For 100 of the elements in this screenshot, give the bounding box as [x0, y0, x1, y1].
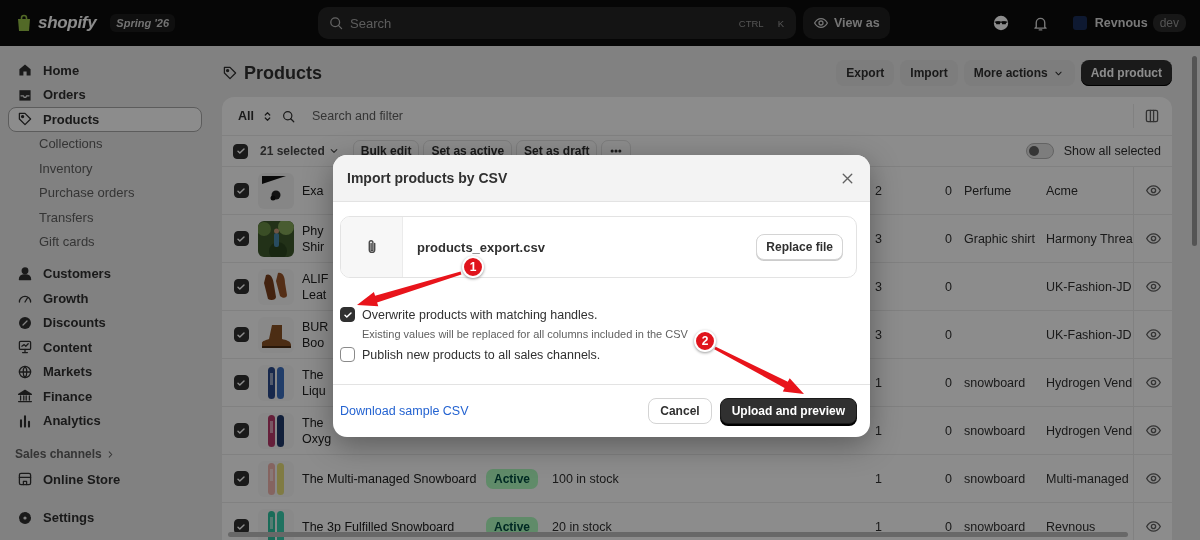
nav-item[interactable]: Transfers [8, 205, 202, 230]
shortcut-key: CTRL [734, 15, 768, 31]
nav-item[interactable]: Inventory [8, 156, 202, 181]
section-heading[interactable]: Sales channels [15, 447, 102, 461]
product-name[interactable]: Phy Shir [302, 222, 325, 255]
replace-file-button[interactable]: Replace file [756, 234, 843, 260]
page-title: Products [244, 62, 322, 84]
nav-item[interactable]: Finance [8, 384, 202, 409]
person-icon [17, 265, 33, 282]
product-name[interactable]: The Oxyg [302, 414, 332, 447]
checkbox[interactable] [340, 307, 355, 322]
product-name[interactable]: Exa [302, 182, 324, 199]
action-button[interactable]: More actions [963, 60, 1075, 86]
product-name[interactable]: ALIF Leat [302, 270, 329, 303]
search-icon [328, 15, 344, 31]
dialog-button[interactable]: Upload and preview [719, 398, 857, 424]
table-cell: 1 [875, 423, 882, 438]
table-cell: 0 [945, 375, 952, 390]
vendor-name: Hydrogen Vend [1046, 423, 1133, 438]
view-as-button[interactable]: View as [803, 7, 890, 39]
nav-item[interactable]: Purchase orders [8, 180, 202, 205]
checkbox[interactable] [233, 231, 249, 246]
action-button[interactable]: Add product [1080, 60, 1172, 86]
checkbox[interactable] [233, 327, 249, 342]
nav-item[interactable]: Products [8, 107, 202, 132]
edition-badge: Spring '26 [110, 14, 176, 32]
view-selector[interactable]: All [238, 109, 254, 123]
product-type: snowboard [964, 471, 1026, 486]
nav-item[interactable]: Markets [8, 359, 202, 384]
selection-dropdown[interactable]: 21 selected [260, 144, 341, 158]
scrollbar[interactable] [228, 532, 1128, 537]
status-badge: Active [486, 468, 539, 489]
checkbox-label[interactable]: Overwrite products with matching handles. [362, 307, 598, 322]
bar-chart-icon [17, 412, 33, 429]
table-cell: 0 [945, 279, 952, 294]
nav-item[interactable]: Customers [8, 261, 202, 286]
product-type: snowboard [964, 423, 1026, 438]
toggle-switch[interactable] [1025, 143, 1054, 159]
table-cell: 0 [945, 471, 952, 486]
nav-item[interactable]: Analytics [8, 408, 202, 433]
action-button[interactable]: Import [900, 60, 958, 86]
scrollbar[interactable] [1192, 56, 1197, 246]
search-bar[interactable]: Search CTRL K [318, 7, 796, 39]
house-icon [17, 62, 33, 79]
nav-item[interactable]: Home [8, 58, 202, 83]
table-cell: 1 [875, 471, 882, 486]
table-cell: 0 [945, 231, 952, 246]
checkmark-icon [234, 145, 247, 157]
table-cell: 0 [945, 183, 952, 198]
checkbox[interactable] [233, 423, 249, 438]
nav-item[interactable]: Content [8, 335, 202, 360]
checkbox-label[interactable]: Publish new products to all sales channels. [362, 347, 601, 362]
search-icon [281, 108, 296, 124]
table-cell: 0 [945, 423, 952, 438]
user-name[interactable]: Revnous [1094, 16, 1148, 30]
table-cell: 3 [875, 279, 882, 294]
dialog-title: Import products by CSV [347, 170, 508, 186]
table-cell: 3 [875, 231, 882, 246]
action-button[interactable]: Export [836, 60, 895, 86]
eye-icon [1144, 374, 1162, 391]
logo[interactable]: shopify [38, 13, 97, 33]
product-type: Graphic shirt [964, 231, 1035, 246]
product-name[interactable]: The Liqu [302, 366, 326, 399]
toggle-label: Show all selected [1063, 144, 1161, 158]
eye-icon [1144, 278, 1162, 295]
download-link[interactable]: Download sample CSV [340, 404, 469, 418]
table-cell: 2 [875, 183, 882, 198]
eye-icon [1144, 470, 1162, 487]
bank-icon [17, 388, 33, 405]
checkbox[interactable] [233, 471, 249, 486]
table-cell: 3 [875, 327, 882, 342]
vendor-name: Harmony Threa [1046, 231, 1133, 246]
nav-item[interactable]: Collections [8, 131, 202, 156]
checkbox[interactable] [233, 143, 248, 159]
store-icon [17, 471, 33, 488]
nav-item[interactable]: Gift cards [8, 229, 202, 254]
nav-item[interactable]: Discounts [8, 310, 202, 335]
checkbox[interactable] [233, 279, 249, 294]
checkbox[interactable] [233, 183, 249, 198]
search-field[interactable]: Search [350, 15, 729, 31]
search-field[interactable]: Search and filter [312, 109, 512, 123]
tag-icon [17, 111, 33, 128]
vendor-name: Acme [1046, 183, 1078, 198]
monitor-icon [17, 339, 33, 356]
vendor-name: UK-Fashion-JD [1046, 279, 1132, 294]
user-badge: dev [1152, 14, 1186, 32]
nav-item[interactable]: Growth [8, 286, 202, 311]
nav-item[interactable]: Orders [8, 82, 202, 107]
nav-item[interactable]: Settings [8, 505, 202, 530]
checkbox[interactable] [340, 347, 355, 362]
globe-icon [17, 363, 33, 380]
product-type: snowboard [964, 519, 1026, 534]
dialog-button[interactable]: Cancel [648, 398, 712, 424]
file-name: products_export.csv [417, 239, 545, 255]
nav-item[interactable]: Online Store [8, 467, 202, 492]
product-name[interactable]: The Multi-managed Snowboard [302, 470, 477, 487]
product-name[interactable]: BUR Boo [302, 318, 329, 351]
table-cell: 0 [945, 327, 952, 342]
checkbox[interactable] [233, 375, 249, 390]
vendor-name: Multi-managed [1046, 471, 1129, 486]
